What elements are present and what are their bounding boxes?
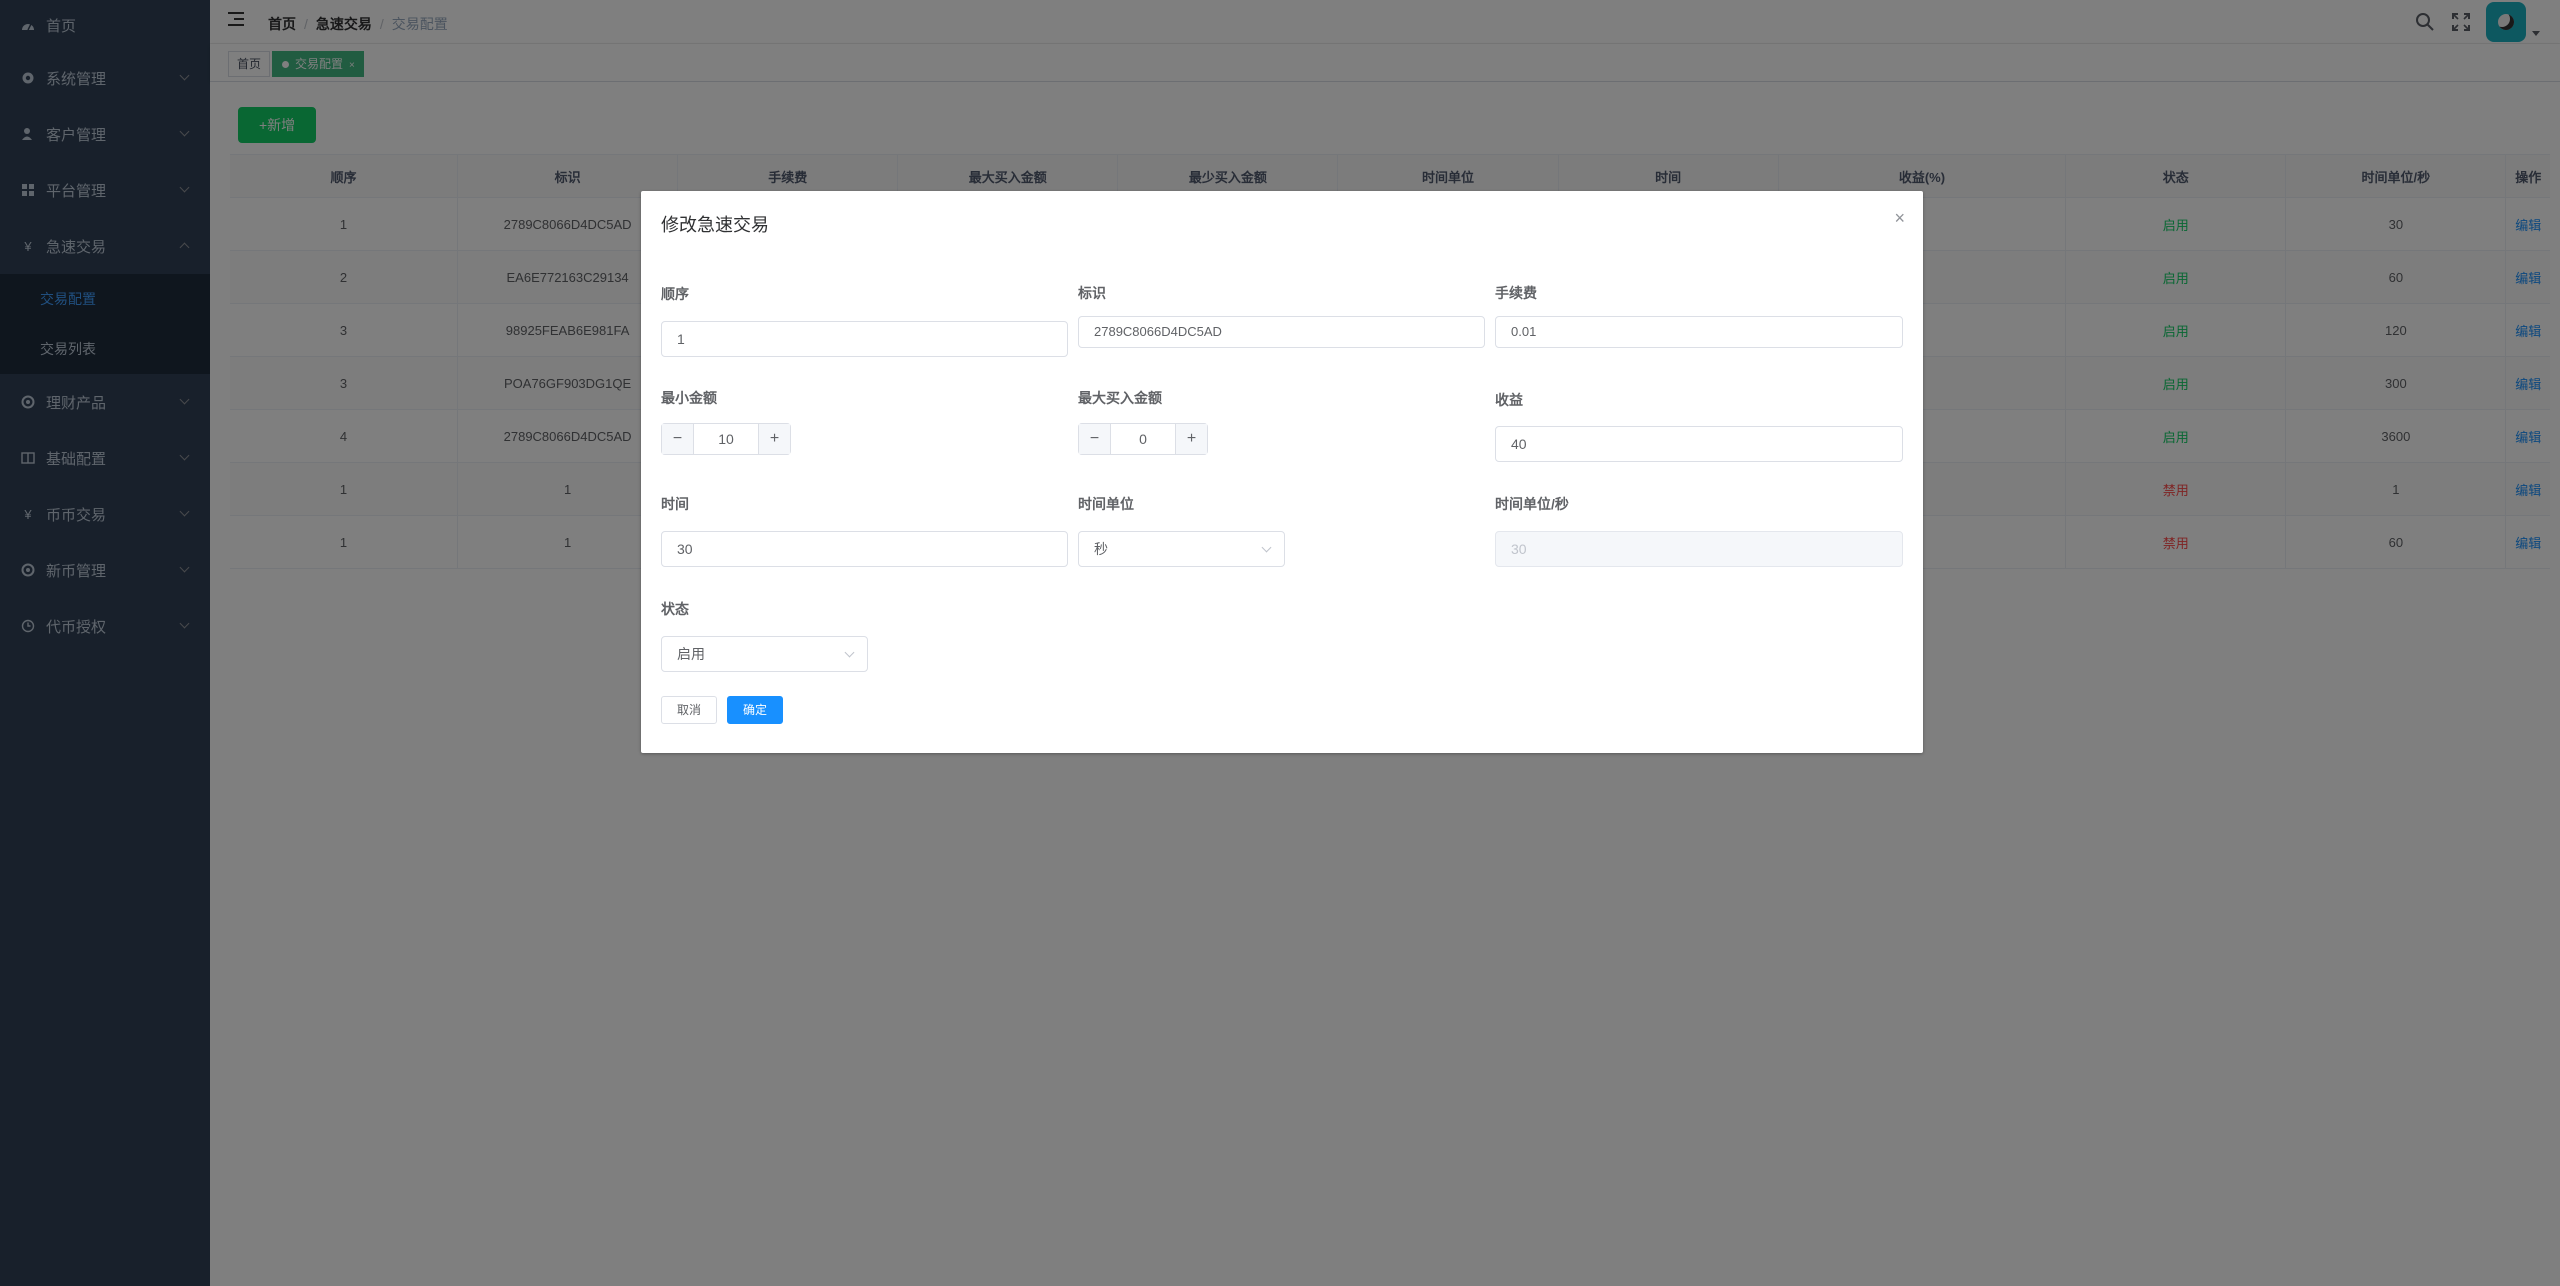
min-amount-label: 最小金额 bbox=[661, 390, 717, 406]
identifier-label: 标识 bbox=[1078, 285, 1106, 301]
status-value: 启用 bbox=[677, 646, 705, 662]
time-unit-label: 时间单位 bbox=[1078, 496, 1134, 512]
profit-label: 收益 bbox=[1495, 392, 1523, 408]
decrease-button[interactable]: − bbox=[1079, 424, 1111, 454]
min-amount-stepper: − 10 + bbox=[661, 423, 791, 455]
order-label: 顺序 bbox=[661, 286, 689, 302]
edit-fast-trade-dialog: 修改急速交易 × 顺序 1 标识 2789C8066D4DC5AD 手续费 0.… bbox=[641, 191, 1923, 753]
confirm-button[interactable]: 确定 bbox=[727, 696, 784, 724]
fee-label: 手续费 bbox=[1495, 285, 1537, 301]
chevron-down-icon bbox=[844, 647, 855, 658]
order-input[interactable]: 1 bbox=[661, 321, 1068, 357]
time-unit-sec-input: 30 bbox=[1495, 531, 1903, 567]
time-unit-value: 秒 bbox=[1094, 541, 1108, 557]
chevron-down-icon bbox=[1261, 542, 1272, 553]
max-buy-value[interactable]: 0 bbox=[1111, 424, 1175, 454]
profit-input[interactable]: 40 bbox=[1495, 426, 1903, 462]
min-amount-value[interactable]: 10 bbox=[694, 424, 758, 454]
time-label: 时间 bbox=[661, 496, 689, 512]
max-buy-label: 最大买入金额 bbox=[1078, 390, 1162, 406]
increase-button[interactable]: + bbox=[758, 424, 790, 454]
time-unit-sec-label: 时间单位/秒 bbox=[1495, 496, 1569, 512]
max-buy-stepper: − 0 + bbox=[1078, 423, 1208, 455]
time-input[interactable]: 30 bbox=[661, 531, 1068, 567]
decrease-button[interactable]: − bbox=[662, 424, 694, 454]
fee-input[interactable]: 0.01 bbox=[1495, 316, 1903, 348]
identifier-input[interactable]: 2789C8066D4DC5AD bbox=[1078, 316, 1485, 348]
time-unit-select[interactable]: 秒 bbox=[1078, 531, 1285, 567]
close-icon[interactable]: × bbox=[1894, 209, 1905, 227]
status-label: 状态 bbox=[661, 601, 689, 617]
increase-button[interactable]: + bbox=[1175, 424, 1207, 454]
cancel-button[interactable]: 取消 bbox=[661, 696, 718, 724]
dialog-title: 修改急速交易 bbox=[661, 215, 769, 235]
status-select[interactable]: 启用 bbox=[661, 636, 868, 672]
